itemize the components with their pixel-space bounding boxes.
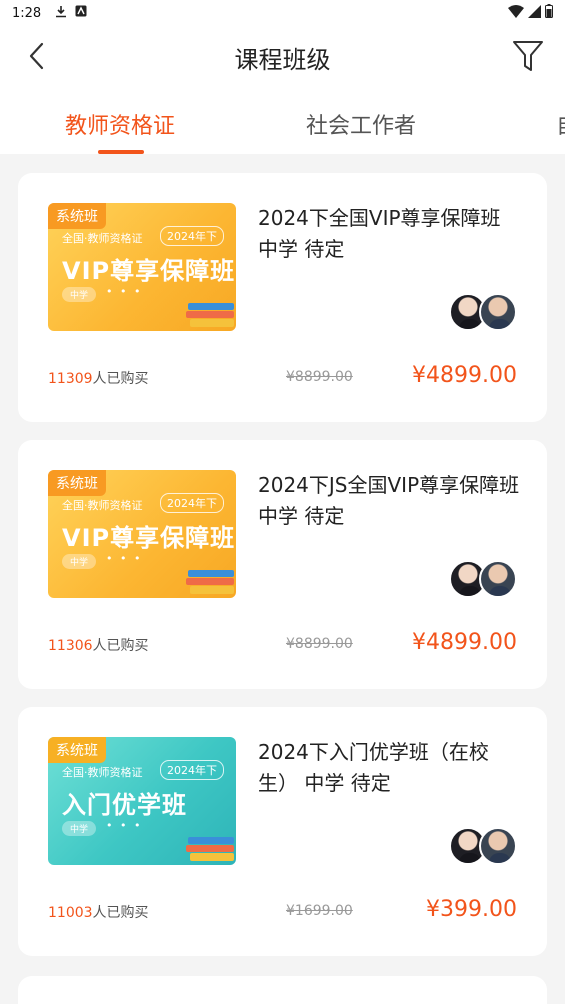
thumbnail-year: 2024年下 [160,760,224,780]
filter-funnel-icon [511,41,545,78]
status-time: 1:28 [12,5,42,21]
course-title: 2024下JS全国VIP尊享保障班 中学 待定 [258,473,520,528]
course-type-badge: 系统班 [48,737,106,763]
course-title: 2024下入门优学班（在校生） 中学 待定 [258,740,489,795]
buyers-number: 11309 [48,371,93,387]
buyers-count: 11309人已购买 [48,368,149,388]
tab-social-worker[interactable]: 社会工作者 [306,108,416,140]
course-card[interactable]: 系统班 全国·教师资格证 2024年下 VIP尊享保障班 中学 • • • 20… [18,440,547,689]
thumbnail-heading: VIP尊享保障班 [62,257,236,285]
original-price: ¥8899.00 [286,636,353,652]
buyers-label: 人已购买 [92,638,149,654]
active-tab-indicator [98,150,144,154]
signal-icon [528,4,541,22]
avatar [479,560,517,598]
status-bar: 1:28 [0,0,565,26]
thumbnail-subtitle: 全国·教师资格证 [62,499,143,512]
buyers-label: 人已购买 [92,905,149,921]
course-card[interactable]: 系统班 全国·教师资格证 2024年下 VIP尊享保障班 中学 • • • 20… [18,173,547,422]
course-card[interactable]: 系统班 全国·教师资格证 2024年下 入门优学班 中学 • • • 2024下… [18,707,547,956]
course-type-badge: 系统班 [48,203,106,229]
sale-price: ¥4899.00 [412,363,517,388]
teacher-avatars [449,827,517,865]
avatar [479,827,517,865]
thumbnail-subtitle: 全国·教师资格证 [62,232,143,245]
thumbnail-subtitle: 全国·教师资格证 [62,766,143,779]
thumbnail-heading: 入门优学班 [62,791,187,819]
course-thumbnail: 系统班 全国·教师资格证 2024年下 VIP尊享保障班 中学 • • • [48,203,236,331]
download-icon [55,5,67,22]
sale-price: ¥4899.00 [412,630,517,655]
books-icon [184,835,236,863]
buyers-count: 11003人已购买 [48,902,149,922]
tab-partial-next[interactable]: 自 [556,108,565,140]
thumbnail-year: 2024年下 [160,493,224,513]
thumbnail-level-pill: 中学 [62,554,97,569]
course-card-partial[interactable] [18,976,547,1004]
battery-icon [545,4,553,22]
books-icon [184,301,236,329]
course-thumbnail: 系统班 全国·教师资格证 2024年下 入门优学班 中学 • • • [48,737,236,865]
avatar [479,293,517,331]
header-bar: 课程班级 [0,26,565,86]
course-title: 2024下全国VIP尊享保障班 中学 待定 [258,206,501,261]
thumbnail-dots: • • • [106,552,143,565]
course-type-badge: 系统班 [48,470,106,496]
books-icon [184,568,236,596]
thumbnail-heading: VIP尊享保障班 [62,524,236,552]
buyers-number: 11306 [48,638,93,654]
category-tabs: 教师资格证 社会工作者 自 [0,86,565,154]
wifi-icon [508,4,524,22]
teacher-avatars [449,560,517,598]
original-price: ¥8899.00 [286,369,353,385]
filter-button[interactable] [511,38,545,74]
thumbnail-level-pill: 中学 [62,821,97,836]
app-notification-icon [75,5,87,21]
page-title: 课程班级 [234,46,331,74]
buyers-count: 11306人已购买 [48,635,149,655]
thumbnail-dots: • • • [106,819,143,832]
thumbnail-dots: • • • [106,285,143,298]
original-price: ¥1699.00 [286,903,353,919]
course-thumbnail: 系统班 全国·教师资格证 2024年下 VIP尊享保障班 中学 • • • [48,470,236,598]
tab-teacher-certificate[interactable]: 教师资格证 [65,108,175,140]
buyers-number: 11003 [48,905,93,921]
teacher-avatars [449,293,517,331]
thumbnail-year: 2024年下 [160,226,224,246]
buyers-label: 人已购买 [92,371,149,387]
sale-price: ¥399.00 [426,897,517,922]
thumbnail-level-pill: 中学 [62,287,97,302]
